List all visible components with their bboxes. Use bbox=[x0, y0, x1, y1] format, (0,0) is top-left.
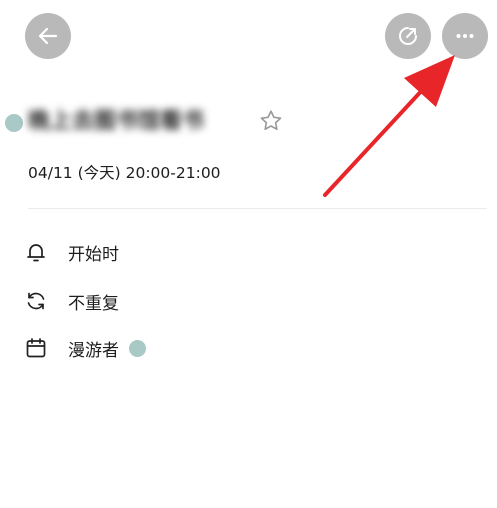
event-title-row: 晚上去图书馆看书 bbox=[0, 99, 300, 141]
event-title[interactable]: 晚上去图书馆看书 bbox=[28, 103, 204, 135]
reminder-row[interactable]: 开始时 bbox=[24, 237, 119, 267]
repeat-label: 不重复 bbox=[68, 293, 119, 314]
repeat-icon bbox=[27, 292, 45, 310]
bell-icon bbox=[27, 244, 45, 262]
repeat-row[interactable]: 不重复 bbox=[24, 286, 119, 316]
calendar-icon bbox=[26, 338, 46, 358]
arrow-left-icon bbox=[38, 27, 58, 45]
calendar-row[interactable]: 漫游者 bbox=[24, 333, 146, 363]
calendar-color-dot bbox=[5, 114, 23, 132]
calendar-color-indicator bbox=[129, 339, 146, 357]
share-button[interactable] bbox=[385, 13, 431, 59]
event-time[interactable]: 04/11 (今天) 20:00-21:00 bbox=[28, 161, 221, 183]
divider bbox=[28, 208, 487, 209]
reminder-label: 开始时 bbox=[68, 244, 119, 265]
external-share-icon bbox=[399, 27, 417, 45]
more-button[interactable] bbox=[442, 13, 488, 59]
star-outline-icon[interactable] bbox=[258, 108, 284, 134]
more-horizontal-icon bbox=[456, 34, 474, 38]
back-button[interactable] bbox=[25, 13, 71, 59]
calendar-label: 漫游者 bbox=[68, 340, 119, 361]
